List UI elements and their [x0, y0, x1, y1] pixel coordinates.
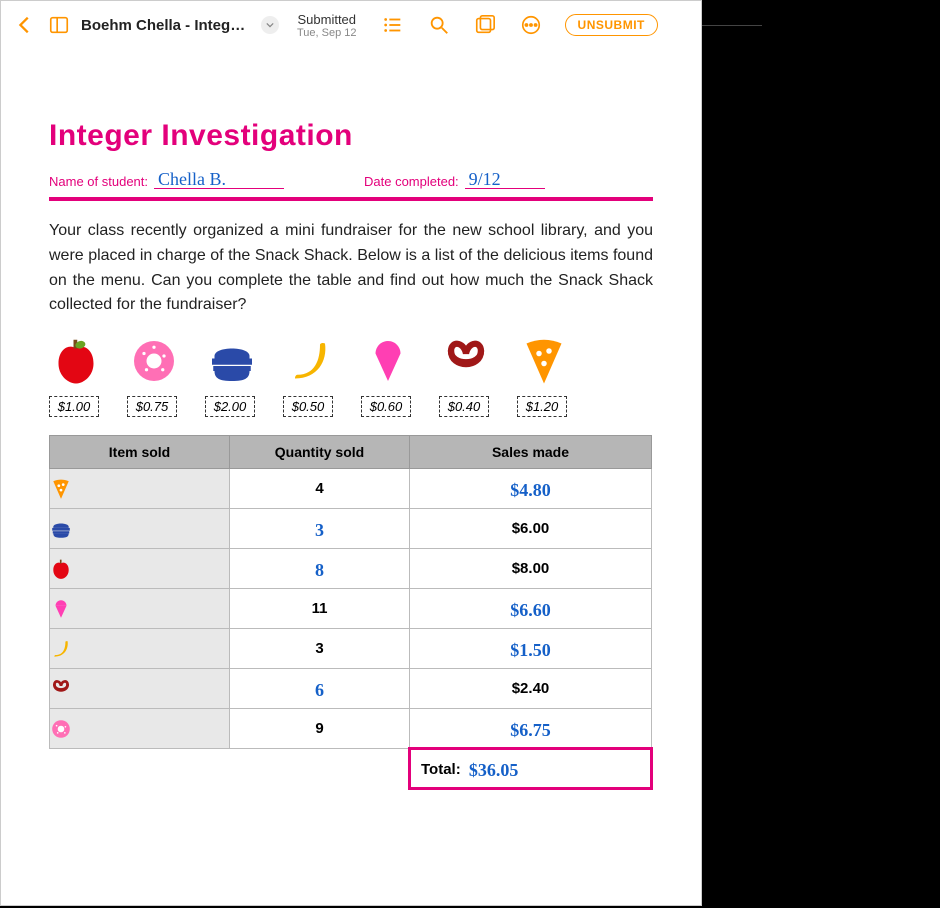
price-box: $0.40	[439, 396, 489, 417]
col-item: Item sold	[50, 436, 230, 469]
worksheet-title: Integer Investigation	[49, 119, 653, 153]
status-block: Submitted Tue, Sep 12	[297, 12, 357, 39]
apple-icon	[51, 336, 101, 386]
donut-icon	[129, 336, 179, 386]
total-value: $36.05	[465, 760, 523, 780]
price-box: $0.60	[361, 396, 411, 417]
table-row: 3$6.00	[50, 509, 652, 549]
pizza-icon	[519, 336, 569, 386]
divider	[49, 197, 653, 201]
instructions-text: Your class recently organized a mini fun…	[49, 219, 653, 318]
sidebar-icon[interactable]	[47, 13, 71, 37]
media-icon[interactable]	[473, 13, 497, 37]
sales-cell: $1.50	[410, 629, 652, 669]
icecream-icon	[363, 336, 413, 386]
table-row: 4$4.80	[50, 469, 652, 509]
price-row: $1.00 $0.75 $2.00 $0.50 $0.60 $0.40 $1.2…	[49, 396, 653, 417]
unsubmit-button[interactable]: UNSUBMIT	[565, 14, 658, 36]
total-cell: Total: $36.05	[410, 749, 652, 789]
back-icon[interactable]	[13, 13, 37, 37]
total-label: Total:	[421, 761, 461, 778]
price-box: $1.20	[517, 396, 567, 417]
student-name-value: Chella B.	[154, 169, 230, 189]
worksheet-page: Integer Investigation Name of student: C…	[1, 49, 701, 810]
chevron-down-icon[interactable]	[261, 16, 279, 34]
sales-cell: $6.75	[410, 709, 652, 749]
col-qty: Quantity sold	[230, 436, 410, 469]
pretzel-icon	[441, 336, 491, 386]
toolbar: Boehm Chella - Integers I... Submitted T…	[1, 1, 701, 49]
app-frame: Boehm Chella - Integers I... Submitted T…	[0, 0, 702, 906]
sales-cell: $2.40	[410, 669, 652, 709]
table-row: 6$2.40	[50, 669, 652, 709]
item-cell	[50, 509, 230, 549]
food-icon-row	[49, 336, 653, 386]
qty-cell: 8	[230, 549, 410, 589]
item-cell	[50, 669, 230, 709]
table-row: 11$6.60	[50, 589, 652, 629]
sales-cell: $4.80	[410, 469, 652, 509]
table-row: 8$8.00	[50, 549, 652, 589]
date-value: 9/12	[465, 169, 505, 189]
document-title: Boehm Chella - Integers I...	[81, 17, 251, 34]
qty-cell: 3	[230, 629, 410, 669]
qty-cell: 11	[230, 589, 410, 629]
status-date: Tue, Sep 12	[297, 27, 357, 39]
more-icon[interactable]	[519, 13, 543, 37]
qty-cell: 9	[230, 709, 410, 749]
table-row: 3$1.50	[50, 629, 652, 669]
sales-cell: $8.00	[410, 549, 652, 589]
sales-table: Item sold Quantity sold Sales made 4$4.8…	[49, 435, 653, 790]
callout-line	[702, 25, 762, 26]
list-icon[interactable]	[381, 13, 405, 37]
sales-cell: $6.00	[410, 509, 652, 549]
table-row: 9$6.75	[50, 709, 652, 749]
qty-cell: 6	[230, 669, 410, 709]
item-cell	[50, 589, 230, 629]
price-box: $0.75	[127, 396, 177, 417]
price-box: $1.00	[49, 396, 99, 417]
search-icon[interactable]	[427, 13, 451, 37]
burger-icon	[207, 336, 257, 386]
price-box: $2.00	[205, 396, 255, 417]
sales-cell: $6.60	[410, 589, 652, 629]
col-sales: Sales made	[410, 436, 652, 469]
qty-cell: 3	[230, 509, 410, 549]
item-cell	[50, 469, 230, 509]
item-cell	[50, 709, 230, 749]
status-main: Submitted	[297, 12, 357, 27]
qty-cell: 4	[230, 469, 410, 509]
price-box: $0.50	[283, 396, 333, 417]
item-cell	[50, 549, 230, 589]
date-label: Date completed:	[364, 174, 459, 189]
name-label: Name of student:	[49, 174, 148, 189]
item-cell	[50, 629, 230, 669]
banana-icon	[285, 336, 335, 386]
